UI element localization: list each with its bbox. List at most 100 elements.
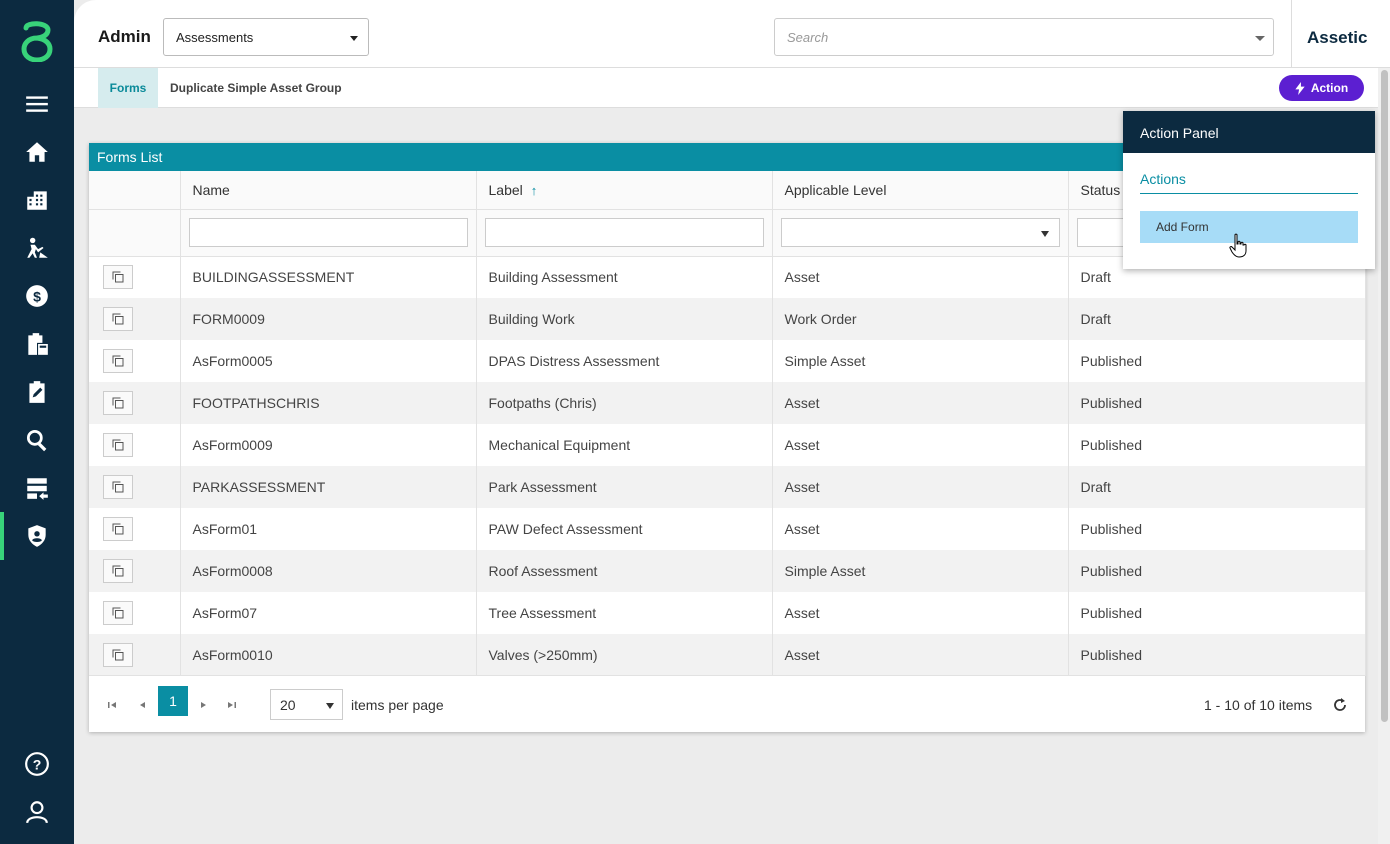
logo-icon[interactable]: [18, 20, 56, 62]
search-placeholder: Search: [787, 30, 829, 45]
help-icon[interactable]: ?: [21, 748, 53, 780]
cell-name: FORM0009: [180, 298, 477, 340]
level-filter-select[interactable]: [780, 218, 1060, 247]
filter-cell: [180, 209, 477, 257]
table-row[interactable]: AsForm0009 Mechanical Equipment Asset Publi…: [89, 424, 1366, 466]
cell-label: Tree Assessment: [476, 592, 773, 634]
buildings-icon[interactable]: [21, 184, 53, 216]
next-page-icon[interactable]: [196, 698, 210, 712]
refresh-icon[interactable]: [1331, 696, 1349, 714]
column-header-label: Status: [1080, 181, 1121, 198]
table-body: BUILDINGASSESSMENT Building Assessment Ass…: [89, 256, 1366, 676]
copy-button[interactable]: [103, 349, 133, 373]
copy-button[interactable]: [103, 433, 133, 457]
brand-name: Assetic: [1307, 28, 1368, 47]
worker-icon[interactable]: [21, 232, 53, 264]
home-icon[interactable]: [21, 136, 53, 168]
cell-label: DPAS Distress Assessment: [476, 340, 773, 382]
cell-label: Building Work: [476, 298, 773, 340]
actions-section-title: Actions: [1140, 171, 1186, 187]
cell-level: Simple Asset: [772, 550, 1069, 592]
search-icon[interactable]: [21, 424, 53, 456]
cell-label: Footpaths (Chris): [476, 382, 773, 424]
copy-button[interactable]: [103, 517, 133, 541]
cell-status: Published: [1068, 634, 1366, 676]
column-header-label: Name: [192, 181, 230, 198]
table-row[interactable]: AsForm07 Tree Assessment Asset Published: [89, 592, 1366, 634]
section-divider: [1140, 193, 1358, 194]
column-header-label-col[interactable]: Label ↑: [476, 171, 773, 210]
cell-status: Published: [1068, 382, 1366, 424]
copy-button[interactable]: [103, 391, 133, 415]
cell-label: Valves (>250mm): [476, 634, 773, 676]
cell-label: PAW Defect Assessment: [476, 508, 773, 550]
column-header-applicable-level[interactable]: Applicable Level: [772, 171, 1069, 210]
row-actions-cell: [89, 256, 181, 298]
table-row[interactable]: AsForm0010 Valves (>250mm) Asset Published: [89, 634, 1366, 676]
copy-button[interactable]: [103, 265, 133, 290]
cell-name: BUILDINGASSESSMENT: [180, 256, 477, 298]
clipboard-calculator-icon[interactable]: [21, 328, 53, 360]
add-form-button[interactable]: Add Form: [1140, 211, 1358, 243]
sub-navigation: Forms Duplicate Simple Asset Group Actio…: [74, 68, 1378, 108]
page-scrollbar[interactable]: [1378, 68, 1390, 844]
breadcrumb-duplicate-simple-asset-group[interactable]: Duplicate Simple Asset Group: [170, 81, 342, 95]
table-row[interactable]: AsForm01 PAW Defect Assessment Asset Publis…: [89, 508, 1366, 550]
cell-name: AsForm0010: [180, 634, 477, 676]
copy-button[interactable]: [103, 559, 133, 583]
action-button[interactable]: Action: [1279, 75, 1364, 101]
first-page-icon[interactable]: [105, 698, 119, 712]
last-page-icon[interactable]: [225, 698, 239, 712]
previous-page-icon[interactable]: [136, 698, 150, 712]
label-filter-input[interactable]: [484, 218, 764, 247]
column-header-name[interactable]: Name: [180, 171, 477, 210]
sidebar: $ ?: [0, 0, 74, 844]
menu-icon[interactable]: [21, 88, 53, 120]
cell-label: Mechanical Equipment: [476, 424, 773, 466]
name-filter-input[interactable]: [188, 218, 468, 247]
cell-level: Asset: [772, 466, 1069, 508]
page-size-select[interactable]: 20: [270, 689, 343, 720]
assessment-edit-icon[interactable]: [21, 376, 53, 408]
copy-icon: [112, 565, 124, 577]
items-per-page-label: items per page: [351, 697, 444, 713]
table-row[interactable]: AsForm0008 Roof Assessment Simple Asset Pub…: [89, 550, 1366, 592]
cell-name: AsForm0005: [180, 340, 477, 382]
sort-ascending-icon: ↑: [530, 182, 538, 198]
copy-button[interactable]: [103, 601, 133, 625]
cell-status: Draft: [1068, 466, 1366, 508]
cell-level: Asset: [772, 592, 1069, 634]
cell-level: Asset: [772, 634, 1069, 676]
copy-button[interactable]: [103, 475, 133, 499]
copy-icon: [112, 649, 124, 661]
data-import-icon[interactable]: [21, 472, 53, 504]
copy-button[interactable]: [103, 307, 133, 331]
column-header-actions: [89, 171, 181, 210]
module-select-value: Assessments: [176, 30, 254, 45]
copy-icon: [112, 481, 124, 493]
copy-button[interactable]: [103, 643, 133, 667]
pager: 1 20 items per page 1 - 10 of 10 items: [89, 675, 1365, 732]
current-page-button[interactable]: 1: [158, 686, 188, 716]
chevron-down-icon: [1255, 36, 1265, 41]
tab-forms[interactable]: Forms: [98, 68, 158, 108]
table-row[interactable]: AsForm0005 DPAS Distress Assessment Simple…: [89, 340, 1366, 382]
active-nav-indicator: [0, 512, 4, 560]
cell-status: Draft: [1068, 298, 1366, 340]
cell-status: Published: [1068, 424, 1366, 466]
cell-name: AsForm07: [180, 592, 477, 634]
finance-icon[interactable]: $: [21, 280, 53, 312]
cell-name: AsForm0008: [180, 550, 477, 592]
column-header-label: Applicable Level: [784, 181, 887, 198]
cell-label: Roof Assessment: [476, 550, 773, 592]
table-row[interactable]: PARKASSESSMENT Park Assessment Asset Draft: [89, 466, 1366, 508]
scrollbar-thumb[interactable]: [1381, 70, 1388, 722]
cell-name: AsForm01: [180, 508, 477, 550]
search-input[interactable]: Search: [774, 18, 1274, 56]
row-actions-cell: [89, 592, 181, 634]
admin-shield-icon[interactable]: [21, 520, 53, 552]
module-select[interactable]: Assessments: [163, 18, 369, 56]
table-row[interactable]: FOOTPATHSCHRIS Footpaths (Chris) Asset Publ…: [89, 382, 1366, 424]
table-row[interactable]: FORM0009 Building Work Work Order Draft: [89, 298, 1366, 340]
user-icon[interactable]: [21, 796, 53, 828]
